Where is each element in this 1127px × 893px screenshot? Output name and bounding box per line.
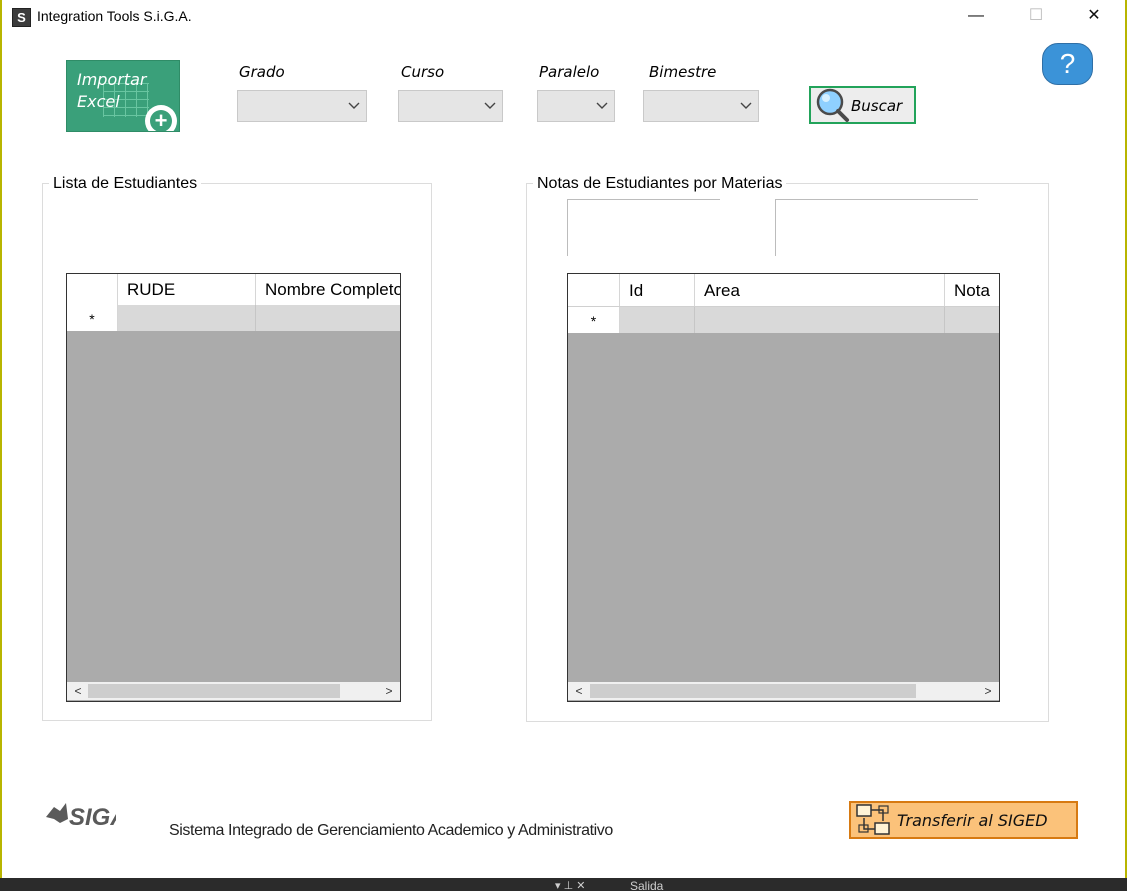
import-excel-label: Importar Excel [77,69,146,113]
siga-logo: SIGA [46,803,116,831]
scrollbar-thumb[interactable] [590,684,916,698]
buscar-label: Buscar [851,97,903,115]
paralelo-select[interactable] [537,90,615,122]
import-label-line1: Importar [77,70,147,89]
cell-id[interactable] [620,307,695,333]
bimestre-select[interactable] [643,90,759,122]
cell-nota[interactable] [945,307,999,333]
cell-rude[interactable] [118,305,256,331]
magnifier-icon [816,88,849,122]
horizontal-scrollbar[interactable]: < > [568,682,999,700]
new-row-marker[interactable]: * [568,307,620,333]
grado-select[interactable] [237,90,367,122]
column-header-nota[interactable]: Nota [945,274,999,306]
column-header-nombre[interactable]: Nombre Completo [256,274,400,305]
bottom-panel-strip: ▾ ⊥ ✕ Salida [0,878,1127,893]
import-excel-button[interactable]: Importar Excel + [66,60,180,132]
panel-controls-icons[interactable]: ▾ ⊥ ✕ [555,879,585,892]
scrollbar-thumb[interactable] [88,684,340,698]
window-title: Integration Tools S.i.G.A. [37,8,192,24]
column-header-rude[interactable]: RUDE [118,274,256,305]
notas-filter-box-left [567,199,720,256]
notas-grid[interactable]: Id Area Nota * < > [567,273,1000,702]
row-header-corner [67,274,118,305]
scroll-right-icon[interactable]: > [979,682,997,700]
scroll-left-icon[interactable]: < [69,682,87,700]
curso-label: Curso [401,63,445,81]
cell-area[interactable] [695,307,945,333]
new-row-marker[interactable]: * [67,305,118,331]
close-icon: ✕ [1087,7,1101,24]
plus-icon: + [150,110,172,131]
scroll-left-icon[interactable]: < [570,682,588,700]
chevron-down-icon [596,102,608,109]
app-icon: S [12,8,31,27]
bimestre-label: Bimestre [649,63,717,81]
grid-header: RUDE Nombre Completo [67,274,400,306]
minimize-button[interactable]: — [953,0,999,32]
horizontal-scrollbar[interactable]: < > [67,682,400,700]
chevron-down-icon [484,102,496,109]
notas-group-title: Notas de Estudiantes por Materias [533,175,787,193]
curso-select[interactable] [398,90,503,122]
cell-nombre[interactable] [256,305,400,331]
help-button[interactable]: ? [1042,43,1093,85]
transferir-label: Transferir al SIGED [897,811,1048,830]
network-transfer-icon [856,804,890,835]
chevron-down-icon [740,102,752,109]
maximize-icon: ☐ [1028,7,1044,24]
maximize-button[interactable]: ☐ [1013,0,1059,32]
estudiantes-grid[interactable]: RUDE Nombre Completo * < > [66,273,401,702]
question-icon: ? [1059,48,1076,79]
column-header-area[interactable]: Area [695,274,945,306]
estudiantes-group-title: Lista de Estudiantes [49,175,202,193]
footer-description: Sistema Integrado de Gerenciamiento Acad… [169,822,613,839]
paralelo-label: Paralelo [539,63,600,81]
minimize-icon: — [968,7,984,24]
scroll-right-icon[interactable]: > [380,682,398,700]
window-border-left [0,0,2,891]
close-button[interactable]: ✕ [1071,0,1117,32]
grid-header: Id Area Nota [568,274,999,307]
siga-logo-text: SIGA [69,804,116,831]
notas-filter-box-right [775,199,978,256]
grado-label: Grado [239,63,285,81]
row-header-corner [568,274,620,306]
import-label-line2: Excel [77,92,120,111]
column-header-id[interactable]: Id [620,274,695,306]
chevron-down-icon [348,102,360,109]
